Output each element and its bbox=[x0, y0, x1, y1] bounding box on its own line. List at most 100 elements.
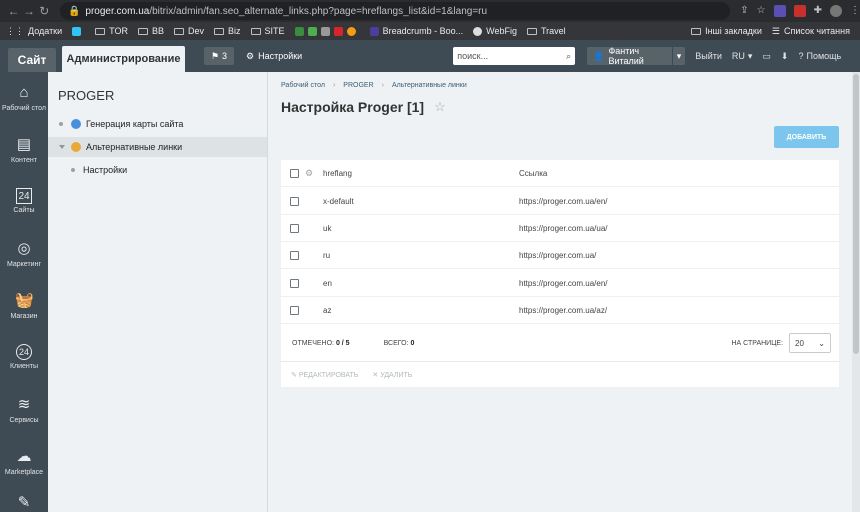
edit-button[interactable]: ✎ РЕДАКТИРОВАТЬ bbox=[291, 371, 358, 379]
row-checkbox[interactable] bbox=[290, 278, 299, 288]
per-page-control: НА СТРАНИЦЕ: 20 ⌄ bbox=[731, 333, 831, 353]
puzzle-icon[interactable]: ✚ bbox=[814, 5, 822, 17]
home-icon: ⌂ bbox=[19, 84, 29, 101]
language-select[interactable]: RU ▾ bbox=[732, 51, 753, 62]
breadcrumb-item[interactable]: Альтернативные линки bbox=[392, 82, 467, 89]
table-row[interactable]: ru https://proger.com.ua/ bbox=[281, 242, 839, 269]
folder-icon bbox=[174, 27, 185, 35]
bookmark-bb[interactable]: BB bbox=[138, 26, 164, 36]
breadcrumb-item[interactable]: Рабочий стол bbox=[281, 82, 325, 89]
url-path: /bitrix/admin/fan.seo_alternate_links.ph… bbox=[149, 5, 488, 17]
menu-marketplace[interactable]: ☁ Marketplace bbox=[0, 436, 48, 488]
bookmark-other[interactable]: Інші закладки bbox=[691, 26, 762, 37]
bookmark-dev[interactable]: Dev bbox=[174, 26, 204, 36]
select-all-checkbox[interactable] bbox=[290, 168, 299, 178]
menu-content[interactable]: ▤ Контент bbox=[0, 124, 48, 176]
link-icon bbox=[71, 142, 81, 152]
logout-link[interactable]: Выйти bbox=[695, 51, 722, 61]
target-icon: ◎ bbox=[17, 240, 31, 257]
reload-icon[interactable]: ↻ bbox=[37, 4, 52, 18]
bookmark-travel[interactable]: Travel bbox=[526, 26, 566, 36]
cell-link: https://proger.com.ua/az/ bbox=[519, 305, 608, 315]
table-row[interactable]: uk https://proger.com.ua/ua/ bbox=[281, 215, 839, 242]
column-header-link[interactable]: Ссылка bbox=[519, 169, 547, 178]
row-checkbox[interactable] bbox=[290, 250, 299, 260]
scrollbar-thumb[interactable] bbox=[853, 74, 859, 354]
menu-shop[interactable]: 🧺 Магазин bbox=[0, 280, 48, 332]
menu-clients[interactable]: 24 Клиенты bbox=[0, 332, 48, 384]
site-tab[interactable]: Сайт bbox=[8, 48, 56, 72]
extension-icon[interactable] bbox=[773, 5, 786, 17]
settings-link[interactable]: ⚙ Настройки bbox=[246, 51, 302, 62]
admin-header: Сайт Администрирование ⚑ 3 ⚙ Настройки пои… bbox=[0, 40, 860, 72]
star-icon[interactable]: ☆ bbox=[434, 99, 446, 115]
notifications-button[interactable]: ⚑ 3 bbox=[204, 47, 234, 65]
folder-icon bbox=[691, 27, 702, 35]
bookmark-webfig[interactable]: WebFig bbox=[473, 26, 517, 36]
row-checkbox[interactable] bbox=[290, 223, 299, 233]
per-page-select[interactable]: 20 ⌄ bbox=[789, 333, 831, 353]
reading-list[interactable]: ☰ Список читання bbox=[772, 26, 850, 37]
cell-link: https://proger.com.ua/en/ bbox=[519, 278, 608, 288]
tree-item-sitemap[interactable]: Генерация карты сайта bbox=[48, 114, 267, 134]
search-icon[interactable]: ⌕ bbox=[566, 51, 571, 62]
page-scrollbar[interactable] bbox=[852, 72, 860, 512]
gear-icon: ⚙ bbox=[246, 50, 255, 61]
table-row[interactable]: x-default https://proger.com.ua/en/ bbox=[281, 188, 839, 215]
admin-tab[interactable]: Администрирование bbox=[62, 46, 185, 72]
bookmark-star-icon[interactable]: ☆ bbox=[757, 5, 766, 17]
reading-list-icon: ☰ bbox=[771, 25, 780, 36]
search-input[interactable]: поиск... ⌕ bbox=[453, 47, 576, 65]
add-button[interactable]: ДОБАВИТЬ bbox=[774, 126, 839, 148]
row-checkbox[interactable] bbox=[290, 305, 299, 315]
chevron-down-icon[interactable] bbox=[59, 145, 65, 149]
breadcrumb: Рабочий стол › PROGER › Альтернативные л… bbox=[281, 82, 467, 89]
menu-sites[interactable]: 24 Сайты bbox=[0, 176, 48, 228]
menu-more[interactable]: ✎ bbox=[0, 488, 48, 512]
window-icon[interactable]: ▭ bbox=[762, 51, 771, 62]
menu-kebab-icon[interactable]: ⋮ bbox=[850, 5, 860, 17]
calendar-icon: 24 bbox=[16, 188, 32, 204]
gear-icon[interactable]: ⚙ bbox=[305, 168, 313, 179]
cell-hreflang: en bbox=[323, 278, 332, 288]
wand-icon: ✎ bbox=[17, 494, 31, 511]
tree-item-settings[interactable]: Настройки bbox=[48, 160, 267, 180]
address-bar[interactable]: 🔒 proger.com.ua/bitrix/admin/fan.seo_alt… bbox=[59, 2, 731, 20]
bookmark-tor[interactable]: TOR bbox=[95, 26, 128, 36]
webfig-icon bbox=[473, 26, 483, 36]
share-icon[interactable]: ⇪ bbox=[740, 5, 748, 17]
cell-hreflang: az bbox=[323, 305, 332, 315]
chevron-down-icon[interactable]: ▾ bbox=[671, 47, 686, 65]
forward-arrow-icon[interactable]: → bbox=[21, 4, 36, 18]
table-row[interactable]: az https://proger.com.ua/az/ bbox=[281, 297, 839, 324]
row-checkbox[interactable] bbox=[290, 196, 299, 206]
cell-link: https://proger.com.ua/en/ bbox=[519, 196, 608, 206]
tree-item-alternate-links[interactable]: Альтернативные линки bbox=[48, 137, 267, 157]
extension-s-icon[interactable] bbox=[793, 5, 806, 17]
cell-hreflang: x-default bbox=[323, 196, 354, 206]
data-grid: ⚙ hreflang Ссылка x-default https://prog… bbox=[281, 160, 839, 387]
bookmark-biz[interactable]: Biz bbox=[214, 26, 241, 36]
marked-counter: ОТМЕЧЕНО: 0 / 5 bbox=[292, 339, 350, 347]
column-header-hreflang[interactable]: hreflang bbox=[323, 169, 352, 178]
delete-button[interactable]: ✕ УДАЛИТЬ bbox=[372, 371, 412, 379]
menu-marketing[interactable]: ◎ Маркетинг bbox=[0, 228, 48, 280]
profile-avatar-icon[interactable] bbox=[830, 5, 842, 17]
breadcrumb-item[interactable]: PROGER bbox=[343, 82, 373, 89]
bookmark-apps[interactable]: ⋮⋮ Додатки bbox=[6, 26, 62, 37]
back-arrow-icon[interactable]: ← bbox=[6, 4, 21, 18]
bookmark-favicons[interactable] bbox=[294, 26, 360, 36]
bookmark-24[interactable] bbox=[72, 26, 85, 36]
pin-icon[interactable]: ⬇ bbox=[781, 51, 789, 62]
user-menu[interactable]: 👤 Фантич Виталий ▾ bbox=[587, 46, 686, 66]
bookmark-breadcrumb[interactable]: Breadcrumb - Boo... bbox=[369, 26, 463, 36]
menu-services[interactable]: ≋ Сервисы bbox=[0, 384, 48, 436]
layers-icon: ≋ bbox=[17, 396, 31, 413]
menu-desktop[interactable]: ⌂ Рабочий стол bbox=[0, 72, 48, 124]
flag-icon: ⚑ bbox=[210, 50, 220, 61]
help-link[interactable]: ? Помощь bbox=[798, 51, 841, 61]
main-content: Рабочий стол › PROGER › Альтернативные л… bbox=[269, 72, 860, 512]
b-favicon-icon bbox=[369, 26, 379, 36]
bookmark-site[interactable]: SITE bbox=[250, 26, 285, 36]
table-row[interactable]: en https://proger.com.ua/en/ bbox=[281, 270, 839, 297]
